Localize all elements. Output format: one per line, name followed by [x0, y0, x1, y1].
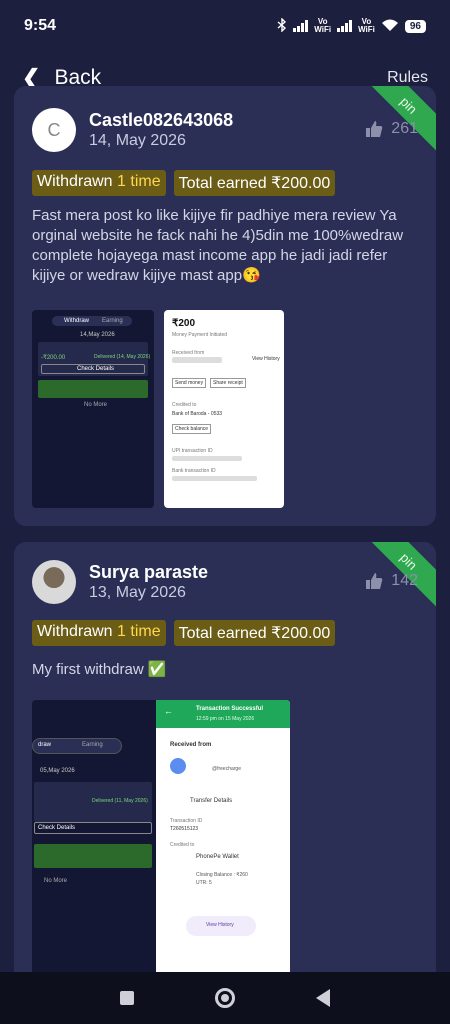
back-triangle-icon[interactable]	[315, 989, 330, 1007]
like-count: 142	[391, 572, 418, 589]
post-text: Fast mera post ko like kijiye fir padhiy…	[32, 207, 404, 284]
screenshot-payment-receipt[interactable]: ₹200 Money Payment Initiated Received fr…	[164, 310, 284, 508]
screenshot-withdraw-history[interactable]: Withdraw Earning 14,May 2026 -₹200.00 De…	[32, 310, 154, 508]
screenshot-transaction-successful[interactable]: ← Transaction Successful 12:59 pm on 15 …	[156, 700, 290, 982]
like-button[interactable]: 142	[365, 572, 418, 590]
clock: 9:54	[24, 17, 57, 34]
arrow-left-icon: ←	[164, 706, 173, 716]
earned-badge: Total earned ₹200.00	[173, 620, 336, 646]
thumbs-up-icon	[365, 572, 383, 590]
screenshot-withdraw-history[interactable]: draw Earning 05,May 2026 Delivered (11, …	[32, 700, 156, 982]
review-card: pin Surya paraste 13, May 2026 142 Withd…	[14, 542, 436, 982]
bluetooth-icon	[277, 16, 287, 35]
system-nav-bar	[0, 972, 450, 1024]
status-icons: Vo WiFi Vo WiFi 96	[277, 16, 426, 35]
post-text: My first withdraw ✅	[32, 661, 167, 678]
username: Castle082643068	[89, 110, 234, 130]
rules-link[interactable]: Rules	[387, 69, 428, 87]
volte-icon-2: Vo WiFi	[358, 17, 375, 34]
home-icon[interactable]	[214, 988, 235, 1008]
recent-apps-icon[interactable]	[120, 991, 135, 1005]
like-button[interactable]: 261	[365, 120, 418, 138]
wifi-icon	[381, 18, 399, 35]
withdrawn-badge: Withdrawn 1 time	[32, 620, 166, 646]
username: Surya paraste	[89, 562, 209, 582]
earned-badge: Total earned ₹200.00	[173, 170, 336, 196]
battery-icon: 96	[404, 19, 426, 33]
post-date: 14, May 2026	[89, 132, 186, 149]
badge-row: Withdrawn 1 time Total earned ₹200.00	[32, 620, 336, 646]
like-count: 261	[391, 120, 418, 137]
badge-row: Withdrawn 1 time Total earned ₹200.00	[32, 170, 336, 196]
avatar	[32, 560, 76, 604]
signal-icon	[293, 20, 309, 32]
thumbs-up-icon	[365, 120, 383, 138]
status-bar: 9:54 Vo WiFi Vo WiFi 96	[0, 0, 450, 52]
review-card: pin C Castle082643068 14, May 2026 261 W…	[14, 86, 436, 526]
avatar: C	[32, 108, 76, 152]
volte-icon: Vo WiFi	[314, 17, 332, 34]
post-date: 13, May 2026	[89, 584, 186, 601]
signal-icon-2	[337, 20, 353, 32]
withdrawn-badge: Withdrawn 1 time	[32, 170, 166, 196]
